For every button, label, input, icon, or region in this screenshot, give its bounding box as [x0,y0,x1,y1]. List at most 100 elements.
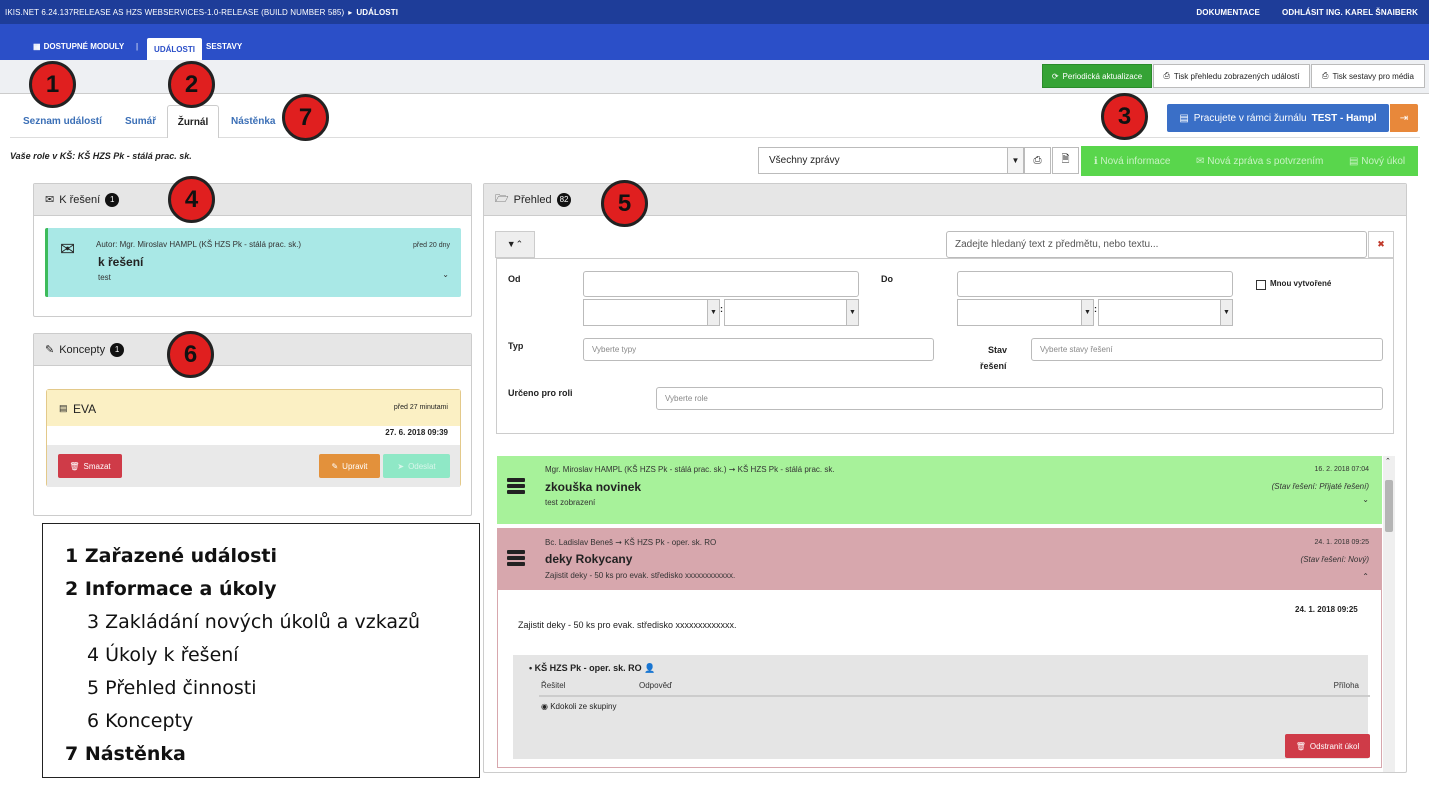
role-select[interactable]: Vyberte role [656,387,1383,410]
table-row: ◉ Kdokoli ze skupiny [541,702,617,711]
from-hour-select[interactable]: ▼ [583,299,720,326]
tab-journal[interactable]: Žurnál [167,105,219,138]
logout-link[interactable]: ODHLÁSIT ING. KAREL ŠNAIBERK [1282,8,1418,17]
new-info-button[interactable]: ℹ Nová informace [1094,156,1171,167]
exit-journal-button[interactable]: ⇥ [1390,104,1418,132]
close-icon: ✖ [1377,239,1385,249]
type-select[interactable]: Vyberte typy [583,338,934,361]
card-text: test [98,273,111,282]
breadcrumb-current: UDÁLOSTI [356,7,399,17]
eye-slash-icon: ◉ [541,702,548,711]
nav-events[interactable]: UDÁLOSTI [147,38,202,60]
to-minute-select[interactable]: ▼ [1098,299,1233,326]
item-state: (Stav řešení: Přijaté řešení) [1271,482,1369,491]
item-route: Mgr. Miroslav HAMPL (KŠ HZS Pk - stálá p… [545,465,835,474]
from-label: Od [508,274,521,284]
list-scrollbar[interactable]: ⌃ [1383,456,1395,772]
print-media-button[interactable]: ⎙ Tisk sestavy pro média [1311,64,1425,88]
chevron-down-icon[interactable]: ⌄ [1362,495,1369,504]
periodic-refresh-button[interactable]: ⟳ Periodická aktualizace [1042,64,1152,88]
folder-open-icon: 🗁 [495,193,509,205]
printer-icon: ⎙ [1033,155,1042,166]
chevron-down-icon: ▼ [1220,300,1232,325]
remove-task-button[interactable]: 🗑 Odstranit úkol [1285,734,1370,758]
tab-board[interactable]: Nástěnka [231,116,275,127]
to-label: Do [881,274,893,284]
tab-summary[interactable]: Sumář [125,116,156,127]
mine-checkbox[interactable] [1256,280,1266,290]
pencil-icon: ✎ [45,344,55,356]
edit-draft-button[interactable]: ✎ Upravit [319,454,380,478]
card-title: k řešení [98,255,144,269]
time-colon: : [1094,304,1097,314]
legend-item: 4 Úkoly k řešení [87,644,239,666]
top-bar: IKIS.NET 6.24.137RELEASE AS HZS WEBSERVI… [0,0,1429,24]
documentation-link[interactable]: DOKUMENTACE [1196,8,1260,17]
filter-toggle-button[interactable]: ▼⌃ [495,231,535,258]
col-answer: Odpověď [639,681,672,690]
tab-event-list[interactable]: Seznam událostí [23,116,102,127]
chevron-up-icon[interactable]: ⌃ [1362,572,1369,581]
trash-icon: 🗑 [1295,741,1306,751]
from-minute-select[interactable]: ▼ [724,299,859,326]
nav-separator: | [136,42,139,51]
print-overview-button[interactable]: ⎙ Tisk přehledu zobrazených událostí [1153,64,1310,88]
search-input[interactable]: Zadejte hledaný text z předmětu, nebo te… [946,231,1367,258]
printer-icon: ⎙ [1163,71,1170,80]
drafts-header: ✎ Koncepty 1 [34,334,471,366]
to-solve-card[interactable]: ✉ Autor: Mgr. Miroslav HAMPL (KŠ HZS Pk … [45,228,461,297]
book-icon: ▤ [1179,112,1189,124]
callout-4: 4 [168,176,215,223]
draft-card: ▤ EVA před 27 minutami 27. 6. 2018 09:39… [46,389,461,487]
server-icon [507,478,525,494]
from-date-input[interactable] [583,271,859,297]
to-hour-select[interactable]: ▼ [957,299,1094,326]
server-icon [507,550,525,566]
journal-indicator-button[interactable]: ▤ Pracujete v rámci žurnálu TEST - Hampl [1167,104,1389,132]
build-info: IKIS.NET 6.24.137RELEASE AS HZS WEBSERVI… [5,7,345,17]
list-item[interactable]: Bc. Ladislav Beneš ➞ KŠ HZS Pk - oper. s… [497,528,1382,590]
chevron-down-icon: ▼ [846,300,858,325]
detail-text: Zajistit deky - 50 ks pro evak. středisk… [518,620,737,630]
nav-reports[interactable]: SESTAVY [206,42,242,51]
item-date: 16. 2. 2018 07:04 [1314,466,1370,473]
state-label-2: řešení [980,361,1007,371]
callout-3: 3 [1101,93,1148,140]
message-filter-select[interactable]: Všechny zprávy ▼ [758,147,1024,174]
count-badge: 1 [110,342,125,357]
table-header: Řešitel Odpověď Příloha [539,679,1370,697]
chevron-down-icon[interactable]: ⌄ [442,270,449,279]
type-label: Typ [508,341,524,351]
new-task-button[interactable]: ▤ Nový úkol [1349,156,1405,167]
sign-out-icon: ⇥ [1399,112,1409,124]
send-draft-button[interactable]: ➤ Odeslat [383,454,450,478]
refresh-icon: ⟳ [1051,71,1059,81]
callout-2: 2 [168,61,215,108]
new-message-button[interactable]: ✉ Nová zpráva s potvrzením [1196,156,1323,167]
draft-date: 27. 6. 2018 09:39 [385,428,448,437]
envelope-icon: ✉ [60,239,76,259]
item-state: (Stav řešení: Nový) [1300,555,1369,564]
chevron-down-icon: ▼ [1081,300,1093,325]
item-text: Zajistit deky - 50 ks pro evak. středisk… [545,571,736,580]
legend-item: 5 Přehled činnosti [87,677,257,699]
time-colon: : [720,304,723,314]
nav-modules[interactable]: ▦ DOSTUPNÉ MODULY [33,42,124,51]
legend-item: 2 Informace a úkoly [65,578,277,600]
callout-6: 6 [167,331,214,378]
chevron-up-icon[interactable]: ⌃ [1385,457,1391,465]
list-item[interactable]: Mgr. Miroslav HAMPL (KŠ HZS Pk - stálá p… [497,456,1382,524]
state-select[interactable]: Vyberte stavy řešení [1031,338,1383,361]
legend-item: 6 Koncepty [87,710,194,732]
mine-label: Mnou vytvořené [1270,279,1332,288]
callout-1: 1 [29,61,76,108]
clear-search-button[interactable]: ✖ [1368,231,1394,258]
legend-item: 3 Zakládání nových úkolů a vzkazů [87,611,421,633]
print-button[interactable]: ⎙ [1024,147,1051,174]
item-text: test zobrazení [545,498,596,507]
export-button[interactable]: 🗎 [1052,147,1079,174]
to-date-input[interactable] [957,271,1233,297]
send-icon: ➤ [397,461,405,471]
scrollbar-thumb[interactable] [1385,480,1393,532]
delete-draft-button[interactable]: 🗑 Smazat [58,454,122,478]
